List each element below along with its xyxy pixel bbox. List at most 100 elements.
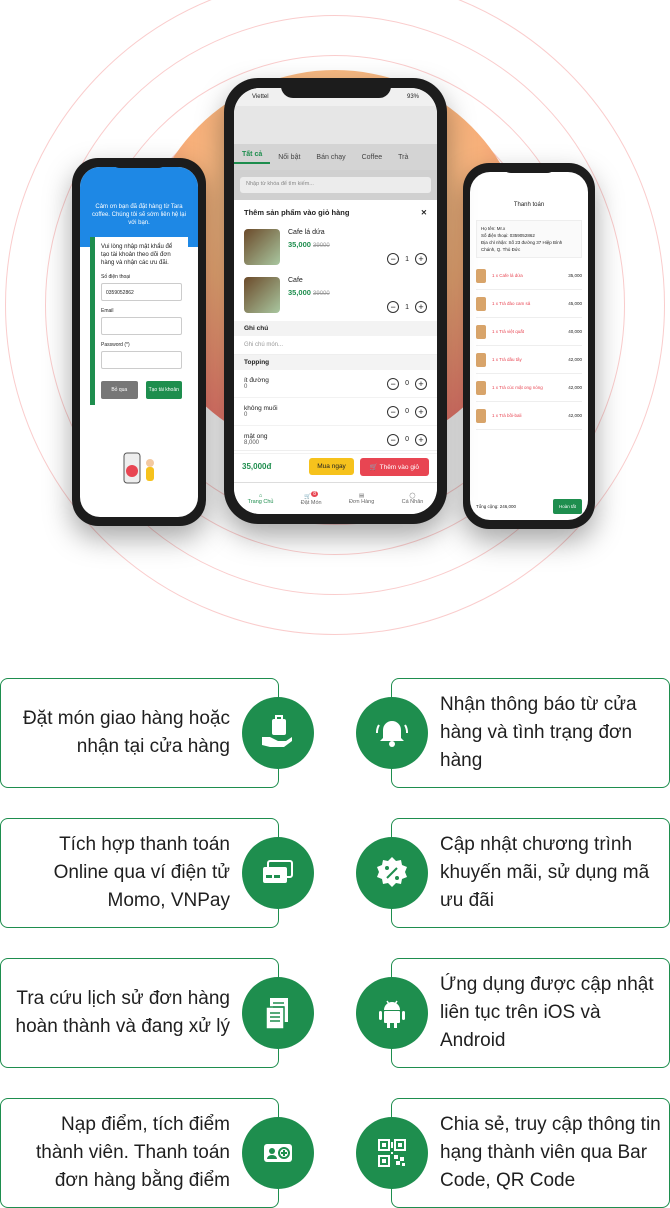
- minus-button[interactable]: −: [387, 253, 400, 265]
- customer-info: Họ tên: Mr.x Số điện thoại: 0359052862 Đ…: [476, 220, 582, 258]
- plus-button[interactable]: +: [415, 377, 427, 390]
- product-item: Cafe lá dứa 35,000 39000 −1 +: [234, 225, 437, 273]
- tab-coffee[interactable]: Coffee: [354, 154, 391, 161]
- order-history-icon: [242, 977, 314, 1049]
- feature-card: Tra cứu lịch sử đơn hàng hoàn thành và đ…: [0, 958, 314, 1068]
- product-old-price: 39000: [313, 243, 330, 249]
- plus-button[interactable]: +: [415, 253, 427, 265]
- member-points-icon: [242, 1117, 314, 1189]
- item-image: [476, 296, 486, 311]
- checkout-item: 1 x Trà việt quất 40,000: [476, 318, 582, 346]
- topping-price: 0: [244, 412, 248, 418]
- add-to-cart-label: Thêm vào giỏ: [379, 463, 419, 471]
- tab-best-selling[interactable]: Bán chạy: [308, 154, 353, 161]
- quantity-value: 1: [405, 303, 409, 311]
- topping-row: ít đường 0 −0 +: [234, 370, 437, 398]
- cart-total: 35,000đ: [242, 462, 272, 471]
- feature-text: Nhận thông báo từ cửa hàng và tình trạng…: [440, 694, 637, 771]
- note-input[interactable]: Ghi chú món...: [234, 336, 437, 355]
- feature-card: Cập nhật chương trình khuyến mãi, sử dụn…: [356, 818, 670, 928]
- info-value: 0359052862: [509, 233, 535, 238]
- checkout-phone-mockup: Thanh toán Họ tên: Mr.x Số điện thoại: 0…: [463, 163, 595, 529]
- tab-featured[interactable]: Nổi bật: [270, 154, 308, 161]
- nav-label: Đặt Món: [300, 499, 322, 506]
- plus-button[interactable]: +: [415, 433, 427, 446]
- done-button[interactable]: Hoàn tất: [552, 498, 582, 514]
- add-to-cart-button[interactable]: 🛒 Thêm vào giỏ: [359, 457, 429, 476]
- feature-text: Tích hợp thanh toán Online qua ví điện t…: [53, 834, 230, 911]
- password-field[interactable]: [101, 351, 182, 369]
- add-to-cart-sheet: Thêm sản phẩm vào giỏ hàng ✕ Cafe lá dứa…: [234, 200, 437, 482]
- hero-illustration: Cảm ơn bạn đã đặt hàng từ Tara coffee. C…: [0, 0, 670, 650]
- register-prompt: Vui lòng nhập mật khẩu để tạo tài khoản …: [101, 244, 173, 266]
- item-image: [476, 324, 486, 339]
- register-phone-mockup: Cảm ơn bạn đã đặt hàng từ Tara coffee. C…: [72, 158, 206, 526]
- phone-label: Số điện thoại: [101, 274, 131, 280]
- feature-text: Chia sẻ, truy cập thông tin hạng thành v…: [440, 1114, 661, 1191]
- password-label: Password (*): [101, 342, 130, 348]
- item-price: 42,000: [568, 357, 582, 362]
- topping-name: ít đường: [244, 377, 269, 384]
- payment-cards-icon: [242, 837, 314, 909]
- item-image: [476, 268, 486, 283]
- checkout-item: 1 x Trà bồi-bali 42,000: [476, 402, 582, 430]
- nav-orders[interactable]: ▤ Đơn Hàng: [349, 493, 374, 505]
- plus-button[interactable]: +: [415, 405, 427, 418]
- topping-row: không muối 0 −0 +: [234, 398, 437, 426]
- email-field[interactable]: [101, 317, 182, 335]
- cart-badge: 8: [311, 491, 319, 498]
- item-name: 1 x Trà đào cam sả: [492, 301, 531, 306]
- tab-tea[interactable]: Trà: [390, 154, 416, 161]
- carrier-label: Viettel: [252, 94, 269, 100]
- delivery-hand-icon: [242, 697, 314, 769]
- nav-profile[interactable]: ◯ Cá Nhân: [402, 493, 424, 505]
- bottom-nav: ⌂ Trang Chủ 🛒 8 Đặt Món ▤ Đơn Hàng ◯ Cá Nhân: [234, 482, 437, 514]
- order-phone-mockup: Viettel 93% Tất cả Nổi bật Bán chạy Coff…: [224, 78, 447, 524]
- buy-now-button[interactable]: Mua ngay: [309, 458, 354, 475]
- item-price: 40,000: [568, 329, 582, 334]
- close-icon[interactable]: ✕: [421, 208, 427, 217]
- category-tabs: Tất cả Nổi bật Bán chạy Coffee Trà: [234, 144, 437, 170]
- topping-name: không muối: [244, 405, 278, 412]
- nav-home[interactable]: ⌂ Trang Chủ: [248, 493, 274, 505]
- product-image: [244, 229, 280, 265]
- feature-card: Tích hợp thanh toán Online qua ví điện t…: [0, 818, 314, 928]
- product-image: [244, 277, 280, 313]
- skip-button[interactable]: Bỏ qua: [101, 381, 138, 399]
- topping-price: 0: [244, 384, 248, 390]
- product-name: Cafe lá dứa: [288, 229, 325, 236]
- create-account-button[interactable]: Tạo tài khoản: [145, 381, 182, 399]
- feature-text: Ứng dụng được cập nhật liên tục trên iOS…: [440, 974, 654, 1051]
- item-name: 1 x Trà cúc mật ong nóng: [492, 385, 543, 390]
- info-label: Địa chỉ nhận: [481, 240, 507, 245]
- plus-button[interactable]: +: [415, 301, 427, 313]
- sheet-title: Thêm sản phẩm vào giỏ hàng: [244, 208, 350, 217]
- search-input[interactable]: Nhập từ khóa để tìm kiếm...: [240, 177, 431, 193]
- bell-icon: [356, 697, 428, 769]
- item-price: 42,000: [568, 413, 582, 418]
- checkout-title: Thanh toán: [513, 202, 545, 208]
- info-label: Số điện thoại: [481, 233, 508, 238]
- feature-card: Đặt món giao hàng hoặc nhận tại cửa hàng: [0, 678, 314, 788]
- checkout-item: 1 x Trà dâu tây 42,000: [476, 346, 582, 374]
- quantity-value: 0: [405, 380, 409, 387]
- item-name: 1 x Cafe lá dứa: [492, 273, 523, 278]
- feature-text: Nạp điểm, tích điểm thành viên. Thanh to…: [35, 1114, 230, 1191]
- note-label: Ghi chú: [234, 321, 437, 336]
- item-image: [476, 408, 486, 423]
- checkout-total: Tổng cộng: 246,000: [476, 503, 517, 509]
- nav-label: Cá Nhân: [401, 498, 424, 505]
- quantity-value: 0: [405, 436, 409, 443]
- item-name: 1 x Trà việt quất: [492, 329, 525, 334]
- item-image: [476, 380, 486, 395]
- topping-name: mật ong: [244, 433, 268, 440]
- minus-button[interactable]: −: [387, 433, 400, 446]
- minus-button[interactable]: −: [387, 301, 400, 313]
- nav-order[interactable]: 🛒 8 Đặt Món: [301, 491, 322, 506]
- phone-field[interactable]: 0359052862: [101, 283, 182, 301]
- topping-label: Topping: [234, 355, 437, 370]
- minus-button[interactable]: −: [387, 405, 400, 418]
- minus-button[interactable]: −: [387, 377, 400, 390]
- feature-card: Nhận thông báo từ cửa hàng và tình trạng…: [356, 678, 670, 788]
- tab-all[interactable]: Tất cả: [234, 151, 271, 164]
